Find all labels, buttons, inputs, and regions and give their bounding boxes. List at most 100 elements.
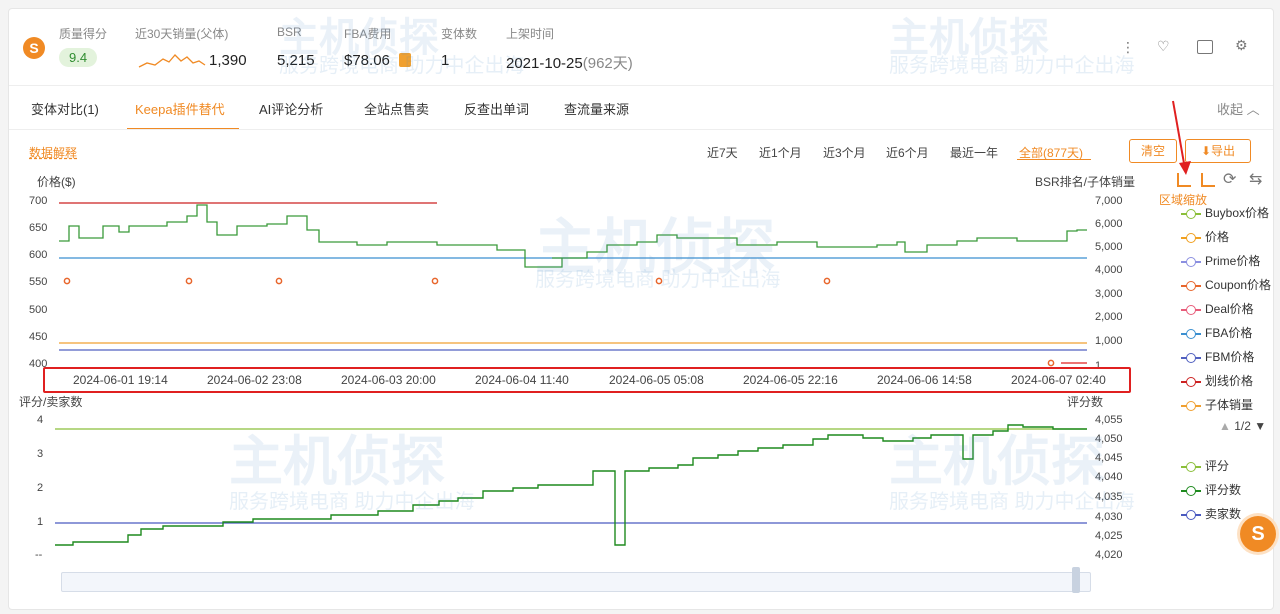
top-left-tick: 450 xyxy=(29,331,48,343)
pager-prev-icon: ▲ xyxy=(1219,419,1231,433)
refresh-icon[interactable]: ⟳ xyxy=(1223,169,1236,189)
top-left-tick: 550 xyxy=(29,276,48,288)
legend-item[interactable]: 划线价格 xyxy=(1181,372,1253,389)
bottom-left-tick: 4 xyxy=(37,414,44,426)
swap-icon[interactable]: ⇆ xyxy=(1249,169,1262,189)
bottom-right-tick: 4,040 xyxy=(1095,471,1123,483)
range-1m[interactable]: 近1个月 xyxy=(759,144,802,161)
legend-item[interactable]: 评分数 xyxy=(1181,481,1241,498)
legend-item[interactable]: Coupon价格 xyxy=(1181,276,1271,293)
bottom-right-tick: 4,020 xyxy=(1095,549,1123,561)
data-explain-link[interactable]: 数据解释 xyxy=(29,144,77,161)
range-6m[interactable]: 近6个月 xyxy=(886,144,929,161)
coupon-point xyxy=(655,277,663,285)
zoom-reset-icon[interactable] xyxy=(1201,173,1215,187)
top-right-tick: 6,000 xyxy=(1095,218,1123,230)
bottom-right-tick: 4,055 xyxy=(1095,414,1123,426)
bottom-right-tick: 4,035 xyxy=(1095,491,1123,503)
range-3m[interactable]: 近3个月 xyxy=(823,144,866,161)
watermark-slogan: 服务跨境电商 助力中企出海 xyxy=(889,55,1135,77)
legend-item[interactable]: 子体销量 xyxy=(1181,396,1253,413)
legend-item[interactable]: Prime价格 xyxy=(1181,252,1260,269)
bsr-value: 5,215 xyxy=(277,52,315,69)
top-right-axis-title: BSR排名/子体销量 xyxy=(1035,175,1136,189)
legend-item[interactable]: 卖家数 xyxy=(1181,505,1241,522)
bsr-label: BSR xyxy=(277,25,302,39)
bottom-right-tick: 4,025 xyxy=(1095,530,1123,542)
bottom-left-tick: 3 xyxy=(37,448,44,460)
collapse-button[interactable]: 收起 ︿ xyxy=(1217,99,1260,118)
listing-date-value: 2021-10-25(962天) xyxy=(506,55,633,72)
legend-item[interactable]: Buybox价格 xyxy=(1181,204,1269,221)
x-tick: 2024-06-04 11:40 xyxy=(475,373,569,387)
quality-score-value: 9.4 xyxy=(59,48,98,67)
x-tick: 2024-06-06 14:58 xyxy=(877,373,972,387)
coupon-point xyxy=(823,277,831,285)
x-tick: 2024-06-05 22:16 xyxy=(743,373,838,387)
coupon-point xyxy=(185,277,193,285)
legend-item[interactable]: 评分 xyxy=(1181,457,1229,474)
top-right-tick: 3,000 xyxy=(1095,288,1123,300)
product-card: S 质量得分 9.4 近30天销量(父体) 1,390 BSR 5,215 FB… xyxy=(8,8,1274,610)
bottom-left-tick: 2 xyxy=(37,482,44,494)
tab-variant-compare[interactable]: 变体对比(1) xyxy=(31,99,99,118)
tab-reverse-keywords[interactable]: 反查出单词 xyxy=(464,99,529,118)
top-left-tick: 500 xyxy=(29,304,48,316)
top-left-axis-title: 价格($) xyxy=(37,175,76,189)
fba-fee-label: FBA费用 xyxy=(344,27,392,41)
sales-30d-label: 近30天销量(父体) xyxy=(135,27,229,41)
top-left-tick: 650 xyxy=(29,222,48,234)
gear-icon[interactable]: ⚙ xyxy=(1235,37,1248,54)
range-all-underline xyxy=(1017,159,1091,160)
listing-date-label: 上架时间 xyxy=(506,27,555,41)
sales-30d-value: 1,390 xyxy=(209,52,247,69)
watermark-brand: 主机侦探 xyxy=(889,16,1049,60)
x-tick: 2024-06-02 23:08 xyxy=(207,373,302,387)
tab-all-sites[interactable]: 全站点售卖 xyxy=(364,99,429,118)
top-left-tick: 700 xyxy=(29,195,48,207)
sales-sparkline-icon xyxy=(138,54,206,68)
top-right-tick: 7,000 xyxy=(1095,195,1123,207)
annotation-arrow-icon xyxy=(1172,100,1191,175)
tab-traffic-source[interactable]: 查流量来源 xyxy=(564,99,629,118)
quality-score-label: 质量得分 xyxy=(59,27,108,41)
top-price-chart[interactable] xyxy=(57,195,1089,370)
bottom-left-tick: 1 xyxy=(37,516,44,528)
coupon-point xyxy=(1047,359,1055,367)
coupon-point xyxy=(275,277,283,285)
top-right-tick: 5,000 xyxy=(1095,241,1123,253)
brand-logo-icon: S xyxy=(23,37,45,59)
bottom-left-axis-title: 评分/卖家数 xyxy=(19,395,83,409)
legend-item[interactable]: 价格 xyxy=(1181,228,1229,245)
video-icon[interactable] xyxy=(1197,40,1213,54)
header-divider xyxy=(9,85,1273,86)
download-icon: ⬇ xyxy=(1200,144,1212,158)
top-right-tick: 2,000 xyxy=(1095,311,1123,323)
legend-item[interactable]: FBA价格 xyxy=(1181,324,1252,341)
bottom-rating-chart[interactable] xyxy=(53,411,1089,561)
x-tick: 2024-06-01 19:14 xyxy=(73,373,168,387)
more-icon[interactable]: ⋮ xyxy=(1121,39,1135,56)
top-left-tick: 600 xyxy=(29,249,48,261)
data-zoom-slider[interactable] xyxy=(61,572,1091,592)
pager-next-icon: ▼ xyxy=(1254,419,1267,433)
legend-pager[interactable]: ▲ 1/2 ▼ xyxy=(1219,419,1266,433)
top-right-tick: 1,000 xyxy=(1095,335,1123,347)
legend-item[interactable]: FBM价格 xyxy=(1181,348,1254,365)
tab-keepa[interactable]: Keepa插件替代 xyxy=(135,99,225,118)
tabs-divider xyxy=(9,129,1273,130)
coupon-point xyxy=(63,277,71,285)
coupon-point xyxy=(431,277,439,285)
heart-icon[interactable]: ♡ xyxy=(1157,38,1170,55)
bottom-right-tick: 4,045 xyxy=(1095,452,1123,464)
tab-ai-review[interactable]: AI评论分析 xyxy=(259,99,323,118)
variant-count-value: 1 xyxy=(441,52,450,69)
legend-item[interactable]: Deal价格 xyxy=(1181,300,1254,317)
floating-assistant-button[interactable]: S xyxy=(1240,516,1276,552)
slider-handle[interactable] xyxy=(1072,567,1080,593)
range-1y[interactable]: 最近一年 xyxy=(950,144,998,161)
x-tick: 2024-06-03 20:00 xyxy=(341,373,436,387)
rating-count-line xyxy=(55,424,1087,546)
range-7d[interactable]: 近7天 xyxy=(707,144,738,161)
calculator-icon[interactable] xyxy=(399,53,411,67)
